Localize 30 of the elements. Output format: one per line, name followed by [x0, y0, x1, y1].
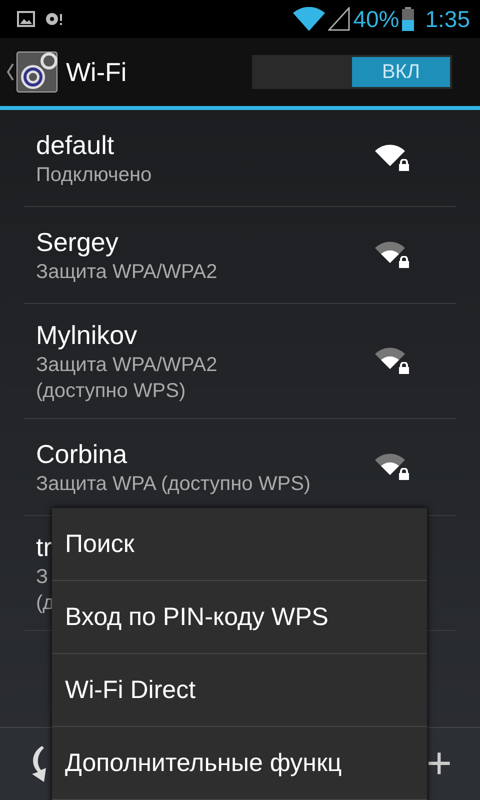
- network-name: Corbina: [36, 438, 128, 471]
- network-name: Sergey: [36, 226, 120, 259]
- network-status: Защита WPA/WPA2: [36, 260, 218, 285]
- chevron-icon: [6, 62, 14, 82]
- gear-icon: [16, 51, 58, 93]
- network-name: tr: [36, 531, 53, 564]
- disc-alert-icon: [43, 11, 65, 27]
- back-button[interactable]: [6, 51, 58, 93]
- network-status: Подключено: [36, 163, 152, 188]
- add-network-button[interactable]: +: [426, 739, 452, 789]
- network-status: Защита WPA (доступно WPS): [36, 472, 311, 497]
- network-item[interactable]: default Подключено: [24, 110, 456, 207]
- menu-item[interactable]: Wi-Fi Direct: [52, 654, 427, 727]
- picture-icon: [17, 11, 35, 27]
- network-item[interactable]: Mylnikov Защита WPA/WPA2 (доступно WPS): [24, 304, 456, 419]
- network-name: default: [36, 129, 116, 162]
- network-status: (доступно WPS): [36, 379, 187, 404]
- battery-percent: 40%: [353, 6, 400, 32]
- menu-item[interactable]: Поиск: [52, 508, 427, 581]
- cell-signal-icon: [328, 7, 350, 31]
- clock: 1:35: [425, 6, 470, 32]
- network-status: Защита WPA/WPA2: [36, 353, 218, 378]
- network-status: З: [36, 565, 50, 590]
- wifi-icon: [293, 7, 326, 31]
- network-name: Mylnikov: [36, 319, 138, 352]
- battery-icon: [402, 7, 414, 31]
- network-item[interactable]: Sergey Защита WPA/WPA2: [24, 207, 456, 304]
- screen-title: Wi-Fi: [66, 56, 128, 88]
- menu-item[interactable]: Вход по PIN-коду WPS: [52, 581, 427, 654]
- menu-item[interactable]: Дополнительные функц: [52, 727, 427, 800]
